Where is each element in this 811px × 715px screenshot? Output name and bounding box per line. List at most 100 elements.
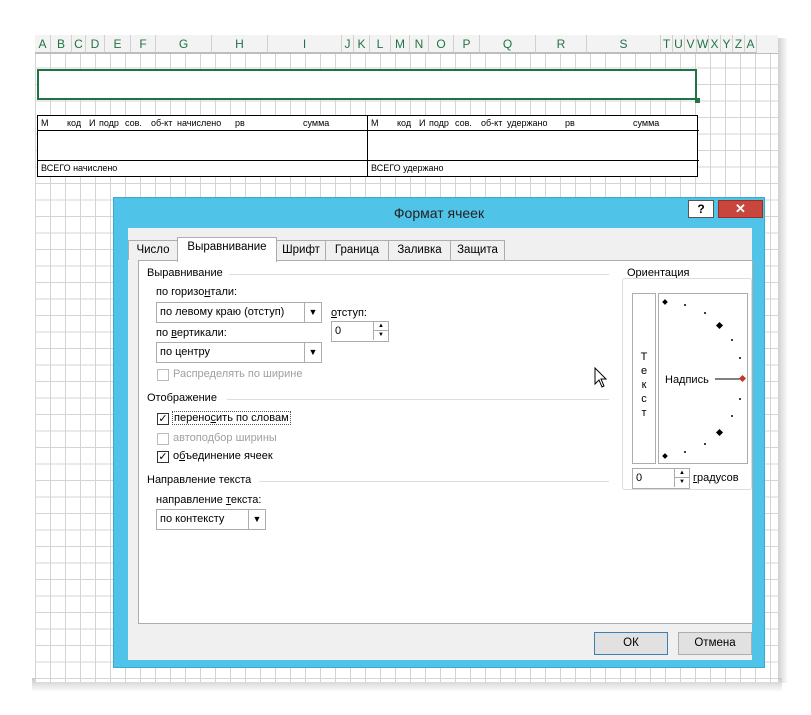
column-header-q[interactable]: Q — [480, 35, 536, 53]
tab-border[interactable]: Граница — [325, 240, 389, 260]
column-header-z[interactable]: Z — [733, 35, 745, 53]
column-header-l[interactable]: L — [370, 35, 391, 53]
tab-fill[interactable]: Заливка — [388, 240, 451, 260]
tab-alignment[interactable]: Выравнивание — [177, 237, 277, 262]
column-header-i[interactable]: I — [268, 35, 342, 53]
column-header-m[interactable]: M — [391, 35, 410, 53]
merge-cells-label: объединение ячеек — [173, 450, 273, 462]
horizontal-align-select[interactable]: по левому краю (отступ) ▼ — [156, 302, 322, 323]
vertical-text-char: Т — [640, 351, 648, 363]
column-header-d[interactable]: D — [86, 35, 105, 53]
column-header-u[interactable]: U — [673, 35, 685, 53]
table-header-cell: М — [41, 118, 49, 128]
format-cells-dialog: Формат ячеек ? ✕ Число Выравнивание Шриф… — [113, 197, 765, 668]
left-accrual-table: Мкод Иподр сов. об-кт начислено рв сумма ВСЕГО … — [37, 115, 369, 177]
column-header-o[interactable]: O — [429, 35, 454, 53]
vertical-text-char: к — [641, 379, 647, 391]
column-header-s[interactable]: S — [587, 35, 661, 53]
column-header-v[interactable]: V — [685, 35, 697, 53]
chevron-down-icon[interactable]: ▼ — [304, 343, 321, 362]
vertical-align-select[interactable]: по центру ▼ — [156, 342, 322, 363]
alignment-tab-pane: Выравнивание по горизонтали: по левому к… — [138, 260, 753, 624]
text-direction-select[interactable]: по контексту ▼ — [156, 509, 266, 530]
vertical-text-toggle[interactable]: Т е к с т — [632, 293, 656, 464]
vertical-text-char: е — [640, 365, 648, 377]
tab-protection[interactable]: Защита — [450, 240, 505, 260]
column-header-b[interactable]: B — [51, 35, 72, 53]
indent-spinner[interactable]: 0 ▲ ▼ — [331, 321, 389, 342]
alignment-group-line — [229, 274, 609, 275]
column-header-f[interactable]: F — [131, 35, 156, 53]
degrees-spinner[interactable]: 0 ▲ ▼ — [632, 468, 690, 489]
column-header-n[interactable]: N — [410, 35, 429, 53]
table-header-cell: сумма — [303, 118, 330, 128]
cancel-button[interactable]: Отмена — [678, 632, 752, 655]
indent-value: 0 — [335, 325, 342, 337]
table-rule — [38, 130, 369, 131]
spin-down-icon[interactable]: ▼ — [373, 331, 388, 340]
right-deduction-table: Мкод Иподр сов. об-кт удержано рв сумма ВСЕГО у… — [367, 115, 699, 177]
vertical-align-value: по центру — [160, 346, 211, 358]
column-header-p[interactable]: P — [454, 35, 480, 53]
dial-major-point — [715, 321, 724, 330]
column-header-k[interactable]: K — [354, 35, 370, 53]
column-header-j[interactable]: J — [342, 35, 354, 53]
dial-graphic: Надпись — [662, 299, 747, 459]
shrink-checkbox[interactable] — [157, 433, 169, 445]
shrink-label: автоподбор ширины — [173, 432, 277, 444]
display-group-label: Отображение — [147, 392, 217, 404]
merge-cells-checkbox[interactable]: ✓ — [157, 451, 169, 463]
column-header-w[interactable]: W — [697, 35, 709, 53]
column-header-h[interactable]: H — [212, 35, 268, 53]
column-header-a[interactable]: A — [745, 35, 757, 53]
dial-minor-point — [684, 451, 686, 453]
dialog-title-bar[interactable]: Формат ячеек ? ✕ — [114, 198, 764, 228]
text-direction-group-line — [259, 481, 609, 482]
table-header-cell: сов. — [125, 118, 142, 128]
column-header-g[interactable]: G — [156, 35, 212, 53]
table-total-label: ВСЕГО удержано — [371, 163, 444, 173]
spin-down-icon[interactable]: ▼ — [674, 478, 689, 487]
column-header-y[interactable]: Y — [721, 35, 733, 53]
ok-button[interactable]: ОК — [594, 632, 668, 655]
table-header-cell: сумма — [633, 118, 660, 128]
column-header-x[interactable]: X — [709, 35, 721, 53]
column-header-t[interactable]: T — [661, 35, 673, 53]
dial-minor-point — [739, 398, 741, 400]
horizontal-label: по горизонтали: — [156, 286, 238, 298]
wrap-text-checkbox[interactable]: ✓ — [157, 413, 169, 425]
spin-up-icon[interactable]: ▲ — [373, 322, 388, 331]
column-header-a[interactable]: A — [35, 35, 51, 53]
dial-minor-point — [704, 443, 706, 445]
dial-minor-point — [731, 415, 733, 417]
text-direction-group-label: Направление текста — [147, 474, 252, 486]
chevron-down-icon[interactable]: ▼ — [304, 303, 321, 322]
distribute-checkbox[interactable] — [157, 369, 169, 381]
dial-label: Надпись — [665, 374, 709, 386]
orientation-dial[interactable]: Надпись — [658, 293, 748, 464]
column-header-r[interactable]: R — [536, 35, 587, 53]
spin-up-icon[interactable]: ▲ — [674, 469, 689, 478]
column-header-e[interactable]: E — [105, 35, 131, 53]
vertical-text-char: с — [641, 393, 647, 405]
dial-major-point — [715, 428, 724, 437]
table-header-cell: об-кт — [481, 118, 503, 128]
table-rule — [38, 160, 369, 161]
selected-merged-cell[interactable] — [37, 69, 700, 103]
chevron-down-icon[interactable]: ▼ — [248, 510, 265, 529]
display-group-line — [227, 399, 609, 400]
table-header-cell: удержано — [507, 118, 548, 128]
horizontal-align-value: по левому краю (отступ) — [160, 306, 285, 318]
tab-number[interactable]: Число — [128, 240, 178, 260]
table-rule — [368, 130, 699, 131]
column-header-c[interactable]: C — [72, 35, 86, 53]
text-direction-value: по контексту — [160, 513, 225, 525]
dial-handle[interactable] — [738, 374, 747, 383]
close-button[interactable]: ✕ — [718, 200, 763, 218]
tab-font[interactable]: Шрифт — [276, 240, 326, 260]
sheet-shadow-right — [778, 38, 788, 683]
table-header-cell: И — [89, 118, 96, 128]
table-header-cell: И — [419, 118, 426, 128]
help-button[interactable]: ? — [688, 200, 714, 218]
dialog-title: Формат ячеек — [393, 205, 485, 221]
